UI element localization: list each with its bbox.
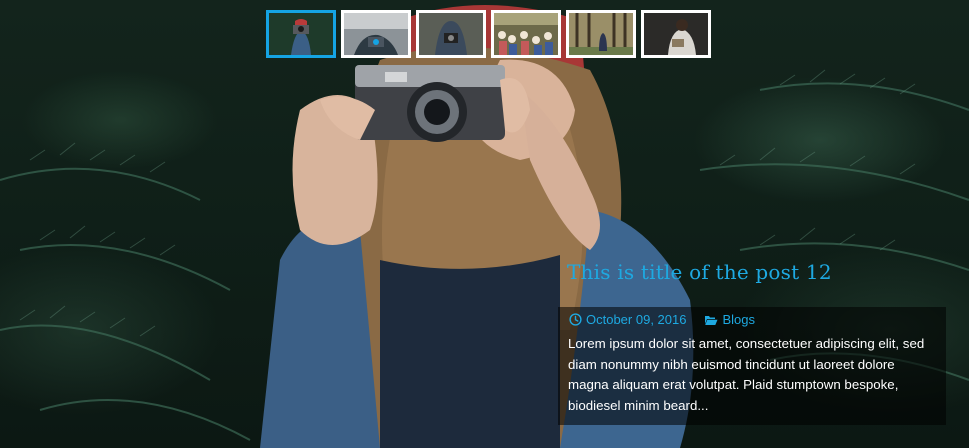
thumbnail-forest-walk[interactable] bbox=[566, 10, 636, 58]
folder-open-icon bbox=[705, 315, 718, 325]
post-summary-panel: October 09, 2016 Blogs Lorem ipsum dolor… bbox=[558, 307, 946, 425]
thumbnail-man-camera[interactable] bbox=[416, 10, 486, 58]
thumbnail-crowd-image bbox=[494, 13, 558, 55]
thumbnail-girl-camera-image bbox=[269, 13, 333, 55]
post-meta: October 09, 2016 Blogs bbox=[569, 312, 755, 327]
post-category-link[interactable]: Blogs bbox=[704, 312, 755, 327]
post-excerpt: Lorem ipsum dolor sit amet, consectetuer… bbox=[568, 336, 925, 413]
slider-thumbnail-strip bbox=[266, 10, 711, 58]
thumbnail-forest-walk-image bbox=[569, 13, 633, 55]
thumbnail-woman-reading-image bbox=[644, 13, 708, 55]
thumbnail-camera-street[interactable] bbox=[341, 10, 411, 58]
thumbnail-girl-camera[interactable] bbox=[266, 10, 336, 58]
post-category: Blogs bbox=[722, 312, 755, 327]
post-caption: This is title of the post 12 October 09,… bbox=[558, 260, 946, 425]
thumbnail-camera-street-image bbox=[344, 13, 408, 55]
post-date-link[interactable]: October 09, 2016 bbox=[569, 312, 686, 327]
post-date: October 09, 2016 bbox=[586, 312, 687, 327]
thumbnail-man-camera-image bbox=[419, 13, 483, 55]
thumbnail-woman-reading[interactable] bbox=[641, 10, 711, 58]
clock-icon bbox=[569, 313, 582, 326]
post-title-link[interactable]: This is title of the post 12 bbox=[567, 260, 832, 284]
thumbnail-crowd[interactable] bbox=[491, 10, 561, 58]
